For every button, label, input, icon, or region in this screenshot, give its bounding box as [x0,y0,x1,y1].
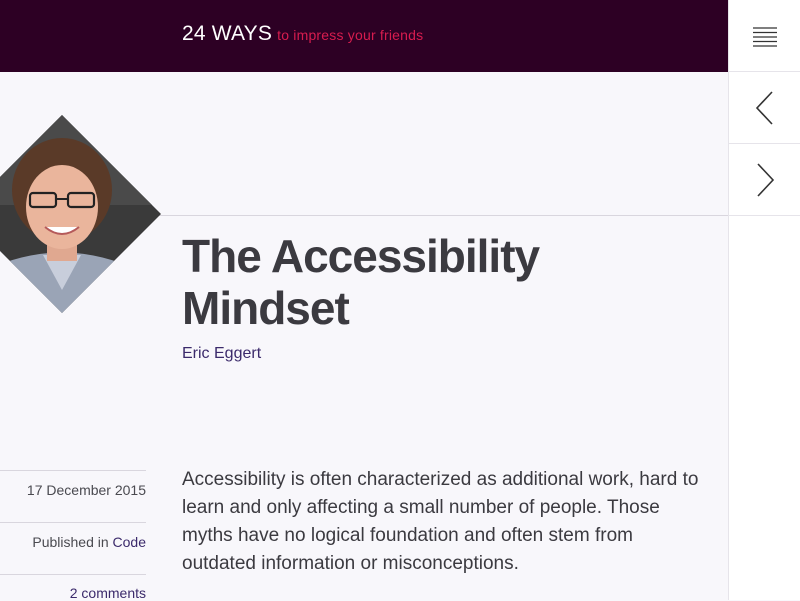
menu-button[interactable] [729,0,800,72]
site-logo-link[interactable]: 24 WAYS to impress your friends [182,22,423,46]
meta-divider [0,522,146,523]
hamburger-menu-icon [753,26,777,47]
brand-name: 24 WAYS [182,22,273,45]
chevron-right-icon [757,162,775,197]
site-header: 24 WAYS to impress your friends [0,0,728,72]
article-title: The Accessibility Mindset [182,230,540,334]
comments-link[interactable]: 2 comments [70,585,146,601]
comments-row: 2 comments [0,585,146,601]
meta-divider [0,470,146,471]
meta-divider [0,574,146,575]
article-intro: Accessibility is often characterized as … [182,469,699,574]
brand-tagline: to impress your friends [277,27,424,43]
chevron-left-icon [755,90,773,125]
category-link[interactable]: Code [113,534,146,550]
previous-article-button[interactable] [729,72,800,144]
side-navigation [728,0,800,600]
published-prefix: Published in [32,534,109,550]
article-date: 17 December 2015 [26,482,146,498]
author-avatar [0,115,161,313]
next-article-button[interactable] [729,144,800,216]
author-link[interactable]: Eric Eggert [182,345,261,363]
published-in: Published in Code [0,534,146,550]
